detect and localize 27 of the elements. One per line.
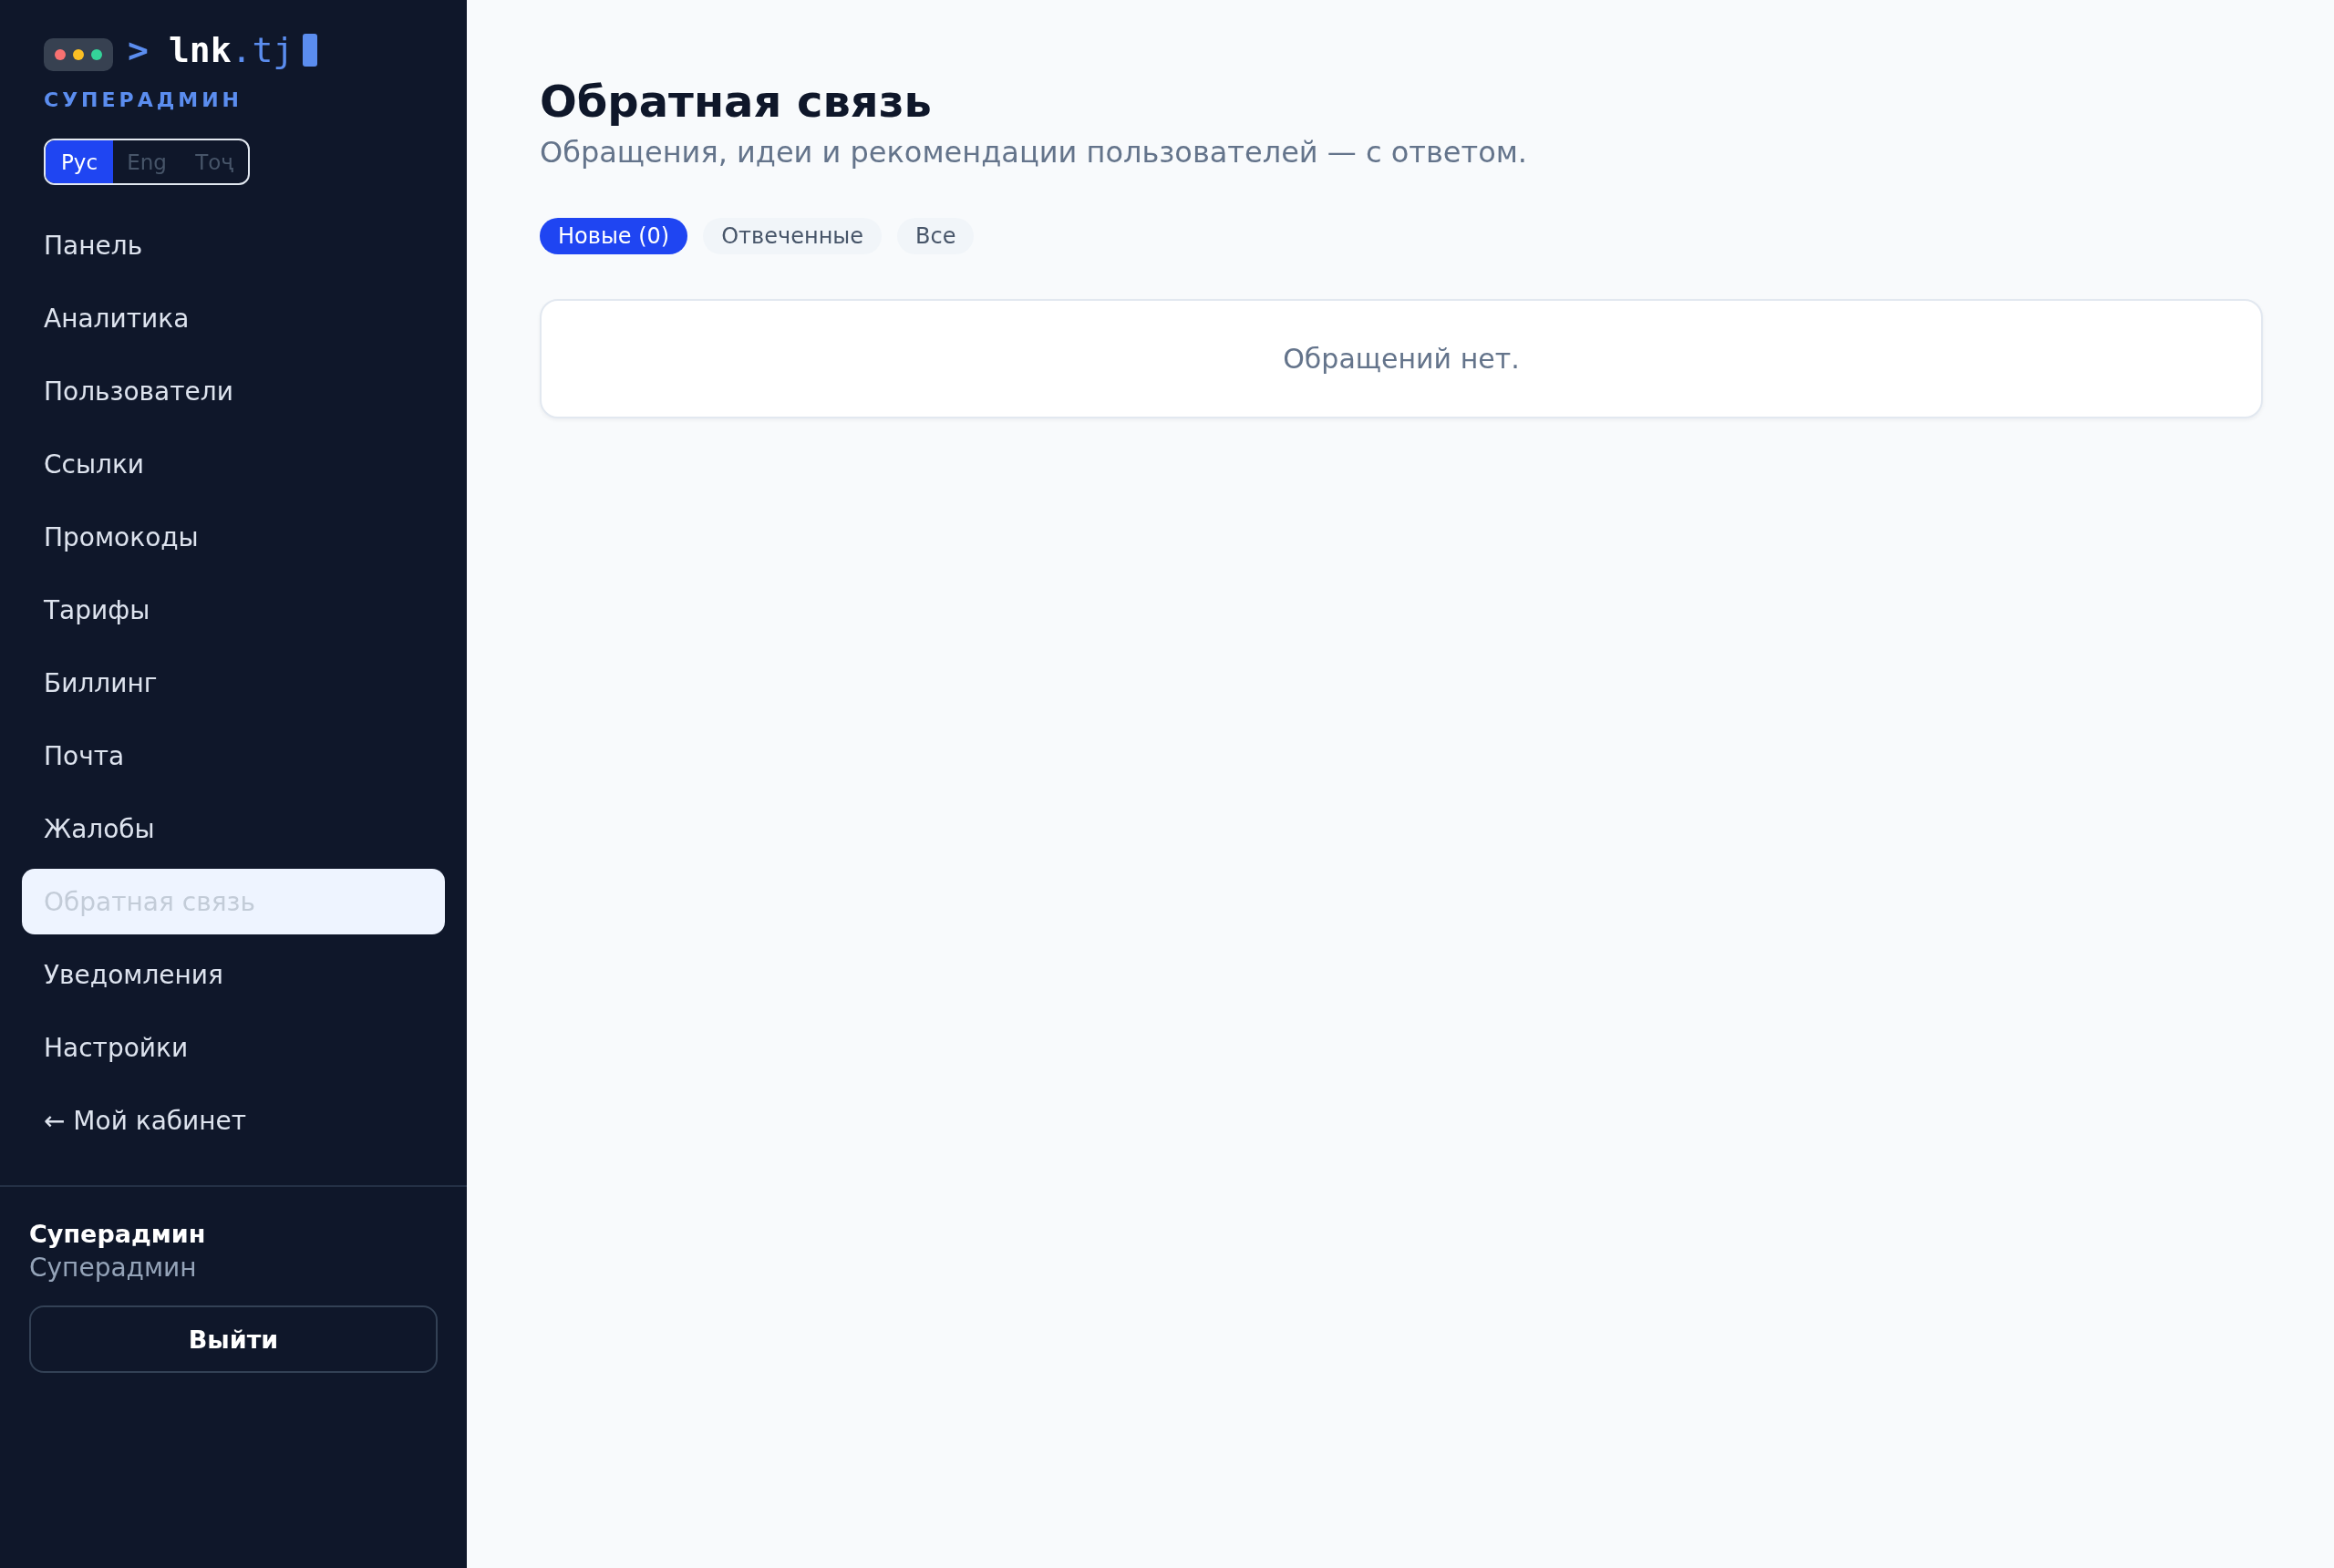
nav-item[interactable]: Настройки (22, 1015, 445, 1080)
nav-item[interactable]: ← Мой кабинет (22, 1088, 445, 1153)
nav-item[interactable]: Ссылки (22, 431, 445, 497)
nav-item[interactable]: Уведомления (22, 942, 445, 1007)
nav-item[interactable]: Промокоды (22, 504, 445, 570)
logout-button[interactable]: Выйти (29, 1305, 438, 1373)
user-name: Суперадмин (29, 1219, 207, 1250)
filter-tab[interactable]: Отвеченные (703, 218, 883, 254)
nav-item[interactable]: Тарифы (22, 577, 445, 643)
nav-item[interactable]: Жалобы (22, 796, 445, 861)
user-role: Суперадмин (29, 1252, 198, 1284)
empty-message: Обращений нет. (1283, 343, 1520, 375)
nav-item[interactable]: Почта (22, 723, 445, 789)
nav-item[interactable]: Биллинг (22, 650, 445, 716)
logo-text: lnk.tj (168, 31, 294, 69)
nav-item[interactable]: Панель (22, 212, 445, 278)
filter-tab[interactable]: Новые (0) (540, 218, 688, 254)
block-cursor-icon (303, 34, 318, 67)
role-label: СУПЕРАДМИН (44, 88, 243, 113)
window-dots-icon (44, 38, 113, 71)
logo-prompt: > (128, 31, 149, 69)
nav-item[interactable]: Аналитика (22, 285, 445, 351)
nav-item[interactable]: Пользователи (22, 358, 445, 424)
page-title: Обратная связь (540, 75, 933, 128)
page-subtitle: Обращения, идеи и рекомендации пользователей — с ответом. (540, 134, 1528, 171)
language-option[interactable]: Рус (46, 140, 113, 183)
filter-tab[interactable]: Все (897, 218, 975, 254)
